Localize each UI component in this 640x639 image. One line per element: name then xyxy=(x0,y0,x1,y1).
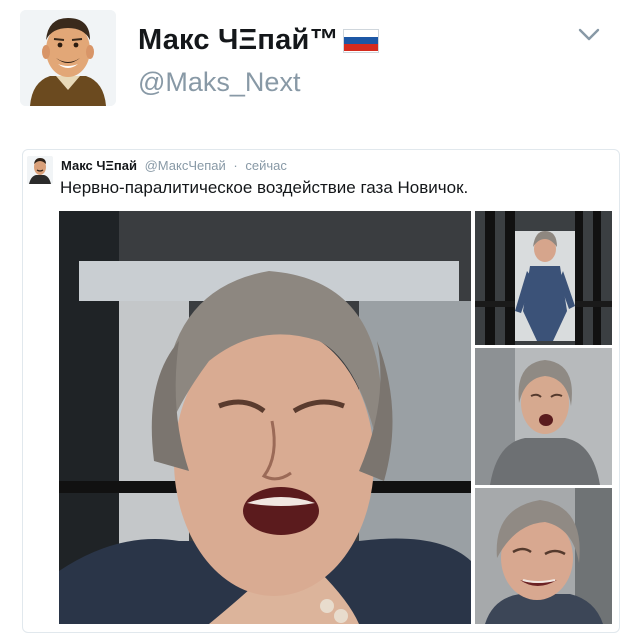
chevron-down-icon[interactable] xyxy=(577,27,601,43)
quoted-timestamp[interactable]: сейчас xyxy=(245,158,287,173)
quoted-meta: Макс ЧΞпай @МаксЧепай · сейчас xyxy=(61,158,287,173)
media-grid xyxy=(59,211,612,624)
main-photo[interactable] xyxy=(59,211,471,624)
woman-grimacing-photo xyxy=(59,211,471,624)
woman-grimacing-photo xyxy=(475,488,612,624)
author-name-text: Макс ЧΞпай™ xyxy=(138,24,339,56)
quoted-tweet[interactable]: Макс ЧΞпай @МаксЧепай · сейчас Нервно-па… xyxy=(22,149,620,633)
quoted-author-handle[interactable]: @МаксЧепай xyxy=(145,158,226,173)
meta-separator: · xyxy=(233,158,238,173)
thumbnail-photo-3[interactable] xyxy=(475,488,612,624)
woman-grimacing-photo xyxy=(475,348,612,485)
russia-flag-icon xyxy=(342,28,379,53)
thumbnail-photo-2[interactable] xyxy=(475,348,612,485)
thumbnail-photo-1[interactable] xyxy=(475,211,612,345)
quoted-tweet-text: Нервно-паралитическое воздействие газа Н… xyxy=(60,178,469,197)
quoted-avatar[interactable] xyxy=(27,156,53,184)
woman-walking-photo xyxy=(475,211,612,345)
author-handle[interactable]: @Maks_Next xyxy=(138,67,300,98)
tweet-header: Макс ЧΞпай™ @Maks_Next xyxy=(0,0,640,120)
cartoon-man-avatar-icon xyxy=(20,10,116,106)
author-name[interactable]: Макс ЧΞпай™ xyxy=(138,24,379,57)
author-avatar[interactable] xyxy=(20,10,116,106)
quoted-author-name[interactable]: Макс ЧΞпай xyxy=(61,158,137,173)
cartoon-man-avatar-icon xyxy=(27,156,53,184)
